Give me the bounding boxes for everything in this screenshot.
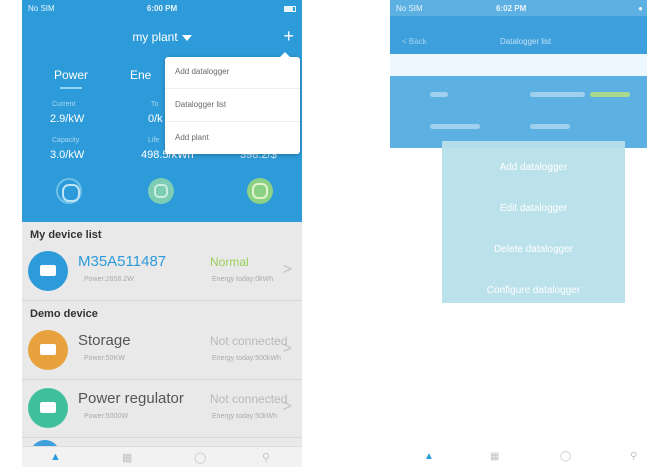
menu-datalogger-list[interactable]: Datalogger list — [175, 100, 226, 109]
regulator-icon — [28, 388, 68, 428]
device-energy: Energy today:500kWh — [212, 355, 281, 362]
device-status: Not connected — [210, 392, 288, 406]
list-text-blur — [430, 92, 448, 97]
today-label: To — [151, 101, 159, 108]
device-status: Normal — [210, 255, 249, 269]
nav-header — [390, 16, 647, 54]
header-divider — [390, 54, 647, 76]
device-row[interactable]: M35A511487 Power:2858.2W Normal Energy t… — [22, 243, 302, 301]
back-button[interactable]: < Back — [402, 37, 427, 46]
device-power: Power:2858.2W — [84, 276, 134, 283]
carrier-text: No SIM — [396, 4, 423, 13]
current-label: Current — [52, 101, 76, 108]
device-name: Storage — [78, 332, 131, 349]
lightning-icon[interactable] — [56, 178, 82, 204]
tab-power[interactable]: Power — [54, 68, 88, 82]
screenshot-stage: No SIM 6:00 PM my plant + Power Ene Curr… — [0, 0, 647, 467]
list-text-blur — [530, 92, 585, 97]
home-icon[interactable]: ▲ — [50, 451, 61, 463]
device-icon[interactable]: ▦ — [122, 451, 132, 464]
caret-down-icon — [181, 34, 192, 41]
device-energy: Energy today:0kWh — [212, 276, 274, 283]
action-add-datalogger[interactable]: Add datalogger — [442, 162, 625, 173]
menu-add-plant[interactable]: Add plant — [175, 133, 209, 142]
lifetime-label: Life — [148, 137, 160, 144]
service-icon[interactable]: ◯ — [194, 451, 206, 464]
device-name: Power regulator — [78, 390, 184, 407]
datalogger-action-sheet: Add datalogger Edit datalogger Delete da… — [442, 141, 625, 303]
chevron-right-icon: > — [282, 398, 292, 415]
device-row[interactable]: Storage Power:50KW Not connected Energy … — [22, 322, 302, 380]
action-edit-datalogger[interactable]: Edit datalogger — [442, 203, 625, 214]
today-value: 0/k — [148, 113, 163, 125]
capacity-value: 3.0/kW — [50, 149, 85, 161]
user-icon[interactable]: ⚲ — [262, 451, 270, 464]
inverter-icon — [28, 251, 68, 291]
chevron-right-icon: > — [282, 261, 292, 278]
money-icon[interactable] — [247, 178, 273, 204]
bottom-tab-bar: ▲ ▦ ◯ ⚲ — [22, 446, 302, 467]
add-menu-dropdown: Add datalogger Datalogger list Add plant — [165, 52, 300, 154]
device-energy: Energy today:50kWh — [212, 413, 277, 420]
chevron-right-icon: > — [282, 340, 292, 357]
device-row[interactable]: Power regulator Power:5000W Not connecte… — [22, 380, 302, 438]
storage-icon — [28, 330, 68, 370]
clock-text: 6:02 PM — [496, 4, 527, 13]
device-icon[interactable]: ▦ — [490, 451, 499, 462]
my-device-list-title: My device list — [30, 229, 102, 241]
service-icon[interactable]: ◯ — [560, 451, 571, 462]
bottom-tab-bar: ▲ ▦ ◯ ⚲ — [390, 446, 647, 467]
status-bar: No SIM 6:02 PM ● — [390, 0, 647, 16]
device-name: M35A511487 — [78, 253, 167, 270]
add-plus-button[interactable]: + — [283, 27, 294, 45]
list-status-blur — [590, 92, 630, 97]
left-phone-screen: No SIM 6:00 PM my plant + Power Ene Curr… — [22, 0, 302, 467]
capacity-label: Capacity — [52, 137, 80, 144]
device-power: Power:5000W — [84, 413, 128, 420]
clock-text: 6:00 PM — [146, 4, 178, 13]
menu-add-datalogger[interactable]: Add datalogger — [175, 67, 229, 76]
tab-power-indicator — [60, 87, 82, 89]
list-text-blur — [430, 124, 480, 129]
list-text-blur — [530, 124, 570, 129]
device-status: Not connected — [210, 334, 288, 348]
screen-title: Datalogger list — [500, 37, 552, 46]
action-configure-datalogger[interactable]: Configure datalogger — [442, 285, 625, 296]
plant-title: my plant — [132, 30, 178, 44]
battery-icon — [282, 4, 296, 13]
right-phone-screen: No SIM 6:02 PM ● < Back Datalogger list … — [390, 0, 647, 467]
status-bar: No SIM 6:00 PM — [22, 0, 302, 16]
current-value: 2.9/kW — [50, 113, 85, 125]
user-icon[interactable]: ⚲ — [630, 451, 637, 462]
home-icon[interactable]: ▲ — [424, 451, 434, 462]
chart-icon[interactable] — [148, 178, 174, 204]
device-power: Power:50KW — [84, 355, 125, 362]
demo-device-title: Demo device — [30, 308, 98, 320]
battery-icon: ● — [638, 4, 643, 13]
action-delete-datalogger[interactable]: Delete datalogger — [442, 244, 625, 255]
plant-selector[interactable]: my plant — [22, 30, 302, 44]
tab-energy[interactable]: Ene — [130, 68, 151, 82]
